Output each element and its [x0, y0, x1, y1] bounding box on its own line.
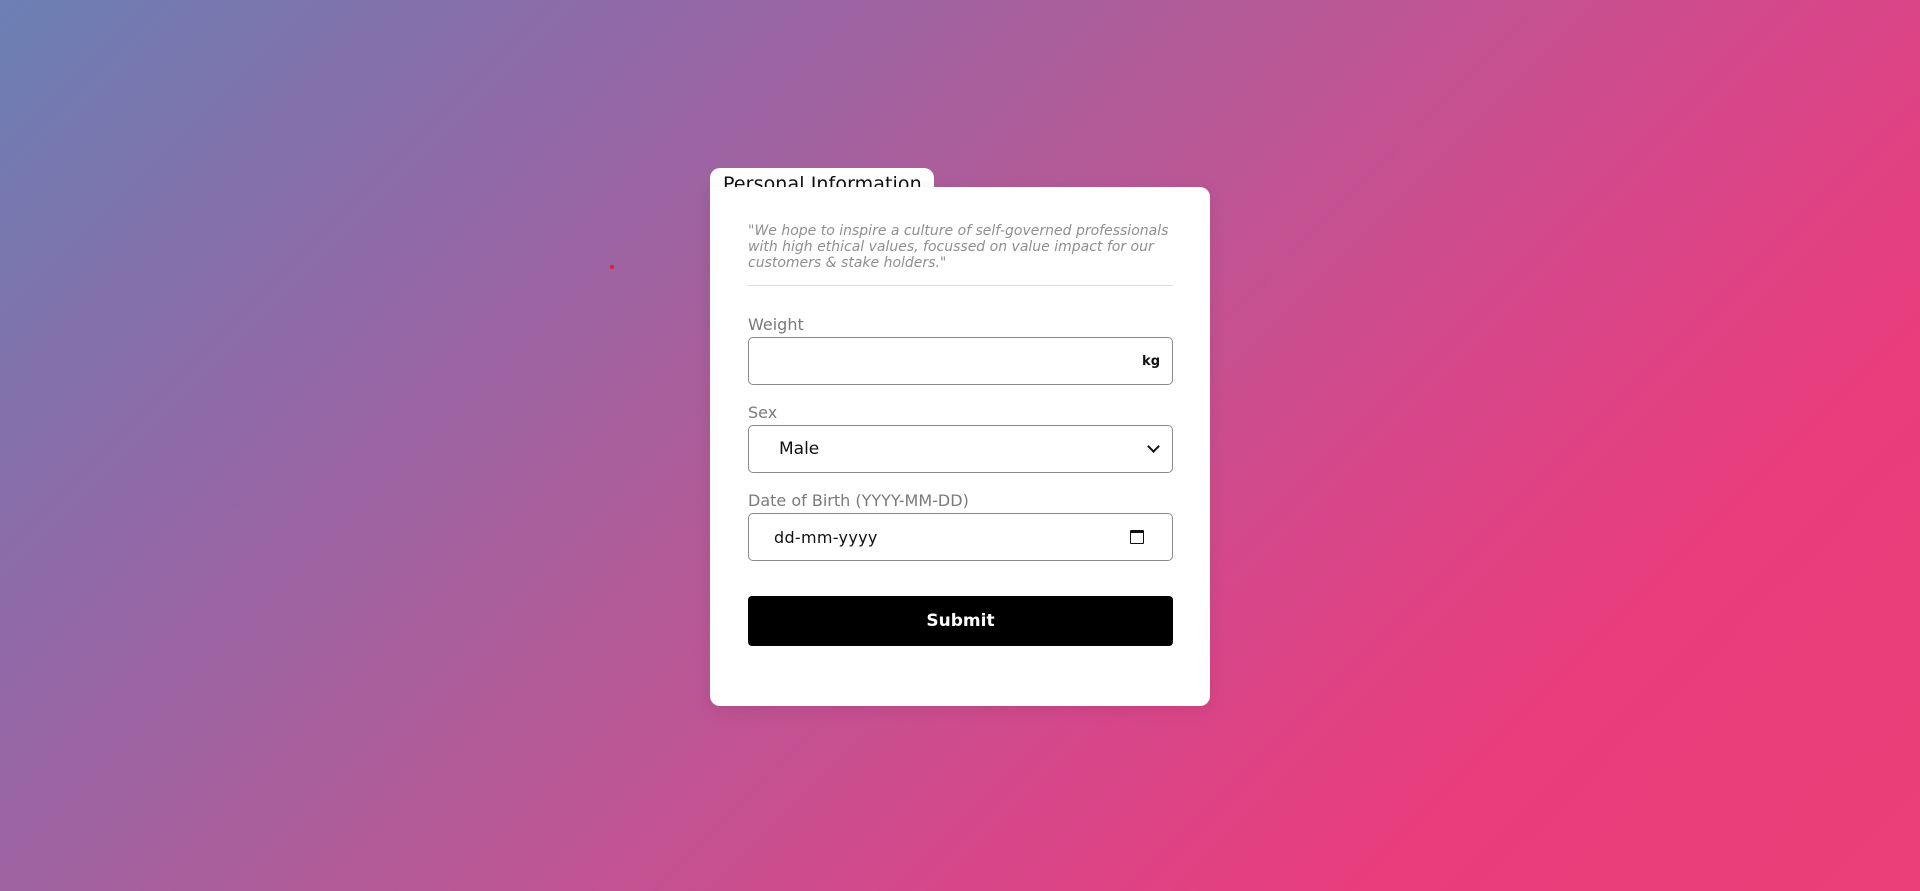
dob-placeholder: dd-mm-yyyy — [774, 527, 878, 547]
weight-input[interactable] — [749, 338, 1143, 384]
dob-input[interactable]: dd-mm-yyyy — [748, 513, 1173, 561]
chevron-down-icon — [1147, 440, 1160, 453]
weight-input-box[interactable]: kg — [748, 337, 1173, 385]
weight-label: Weight — [748, 315, 804, 334]
sex-field-group: Sex Male — [748, 404, 1173, 473]
sex-select[interactable]: Male — [748, 425, 1173, 473]
dob-field-group: Date of Birth (YYYY-MM-DD) dd-mm-yyyy — [748, 492, 1173, 561]
mission-quote: "We hope to inspire a culture of self-go… — [748, 223, 1173, 286]
sex-selected-value: Male — [779, 439, 820, 459]
weight-unit: kg — [1142, 353, 1160, 369]
form-card: "We hope to inspire a culture of self-go… — [710, 187, 1210, 706]
submit-button[interactable]: Submit — [748, 596, 1173, 646]
weight-field-group: Weight kg — [748, 316, 1173, 385]
cursor-dot — [610, 265, 614, 269]
calendar-icon[interactable] — [1130, 530, 1144, 544]
dob-label: Date of Birth (YYYY-MM-DD) — [748, 491, 969, 510]
sex-label: Sex — [748, 403, 778, 422]
